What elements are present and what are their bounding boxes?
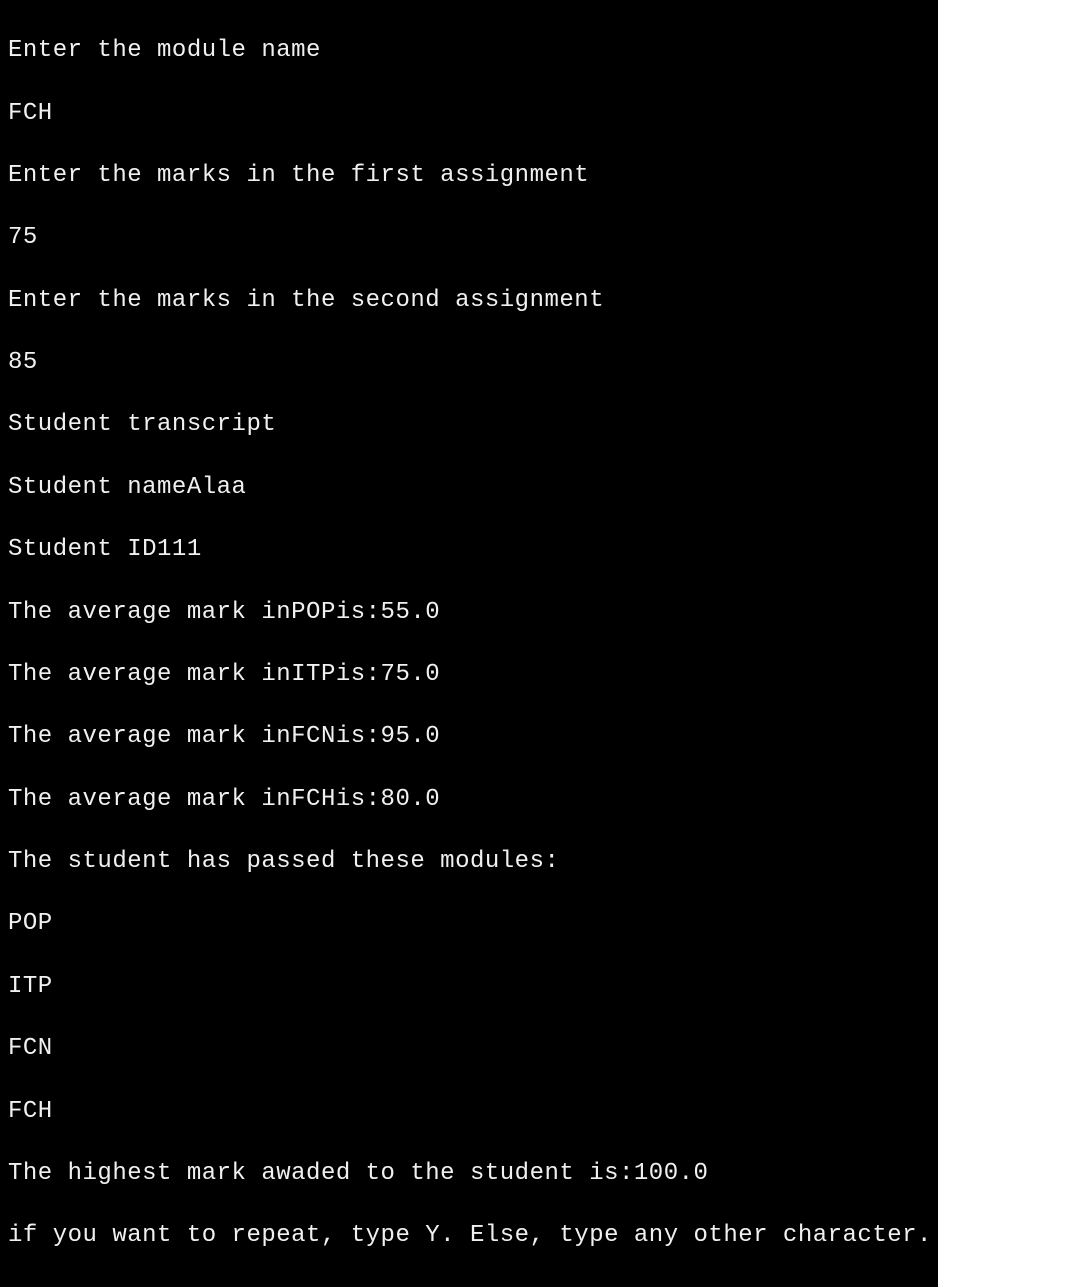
console-line: FCN: [8, 1033, 930, 1064]
terminal-window[interactable]: Enter the module name FCH Enter the mark…: [0, 0, 938, 1287]
console-line: Student ID111: [8, 534, 930, 565]
console-line: 75: [8, 222, 930, 253]
console-line: The student has passed these modules:: [8, 846, 930, 877]
console-line: The highest mark awaded to the student i…: [8, 1158, 930, 1189]
console-line: The average mark inFCHis:80.0: [8, 784, 930, 815]
console-line: FCH: [8, 98, 930, 129]
console-line: Student transcript: [8, 409, 930, 440]
console-line: The average mark inITPis:75.0: [8, 659, 930, 690]
console-line: The average mark inFCNis:95.0: [8, 721, 930, 752]
console-line: if you want to repeat, type Y. Else, typ…: [8, 1220, 930, 1251]
console-line: Enter the marks in the first assignment: [8, 160, 930, 191]
console-line: 85: [8, 347, 930, 378]
console-line: ITP: [8, 971, 930, 1002]
console-line: FCH: [8, 1096, 930, 1127]
console-line: Student nameAlaa: [8, 472, 930, 503]
console-line: Enter the marks in the second assignment: [8, 285, 930, 316]
console-line: The average mark inPOPis:55.0: [8, 597, 930, 628]
console-line: POP: [8, 908, 930, 939]
console-line: Enter the module name: [8, 35, 930, 66]
